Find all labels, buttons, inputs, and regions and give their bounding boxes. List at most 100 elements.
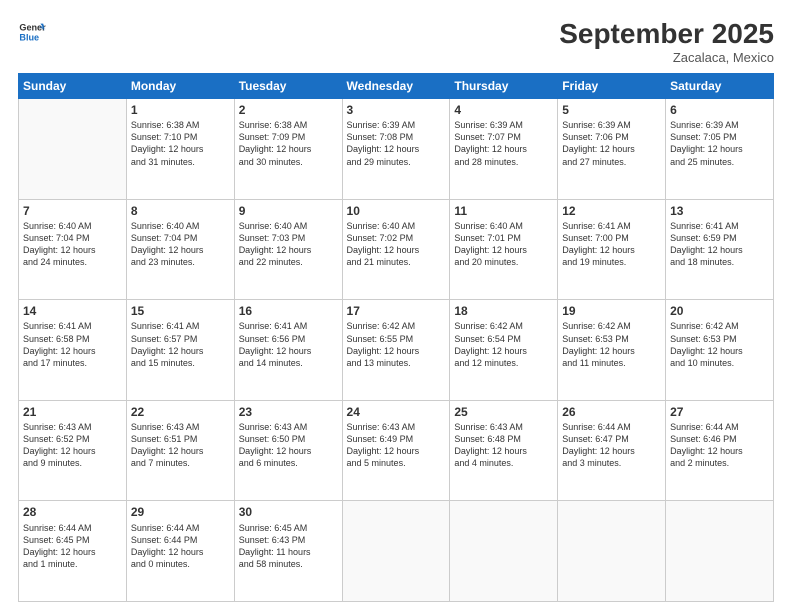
calendar-cell: 28Sunrise: 6:44 AM Sunset: 6:45 PM Dayli… [19, 501, 127, 602]
calendar-cell: 29 Sunrise: 6:44 AM Sunset: 6:44 PM Dayli… [126, 501, 234, 602]
cell-info: Sunrise: 6:44 AM Sunset: 6:47 PM Dayligh… [562, 421, 661, 470]
day-number: 24 [347, 404, 446, 420]
calendar-cell: 27Sunrise: 6:44 AM Sunset: 6:46 PM Dayli… [666, 400, 774, 501]
day-number: 14 [23, 303, 122, 319]
calendar-cell: 15Sunrise: 6:41 AM Sunset: 6:57 PM Dayli… [126, 300, 234, 401]
cell-info: Sunrise: 6:43 AM Sunset: 6:51 PM Dayligh… [131, 421, 230, 470]
day-number: 12 [562, 203, 661, 219]
cell-info: Sunrise: 6:41 AM Sunset: 6:59 PM Dayligh… [670, 220, 769, 269]
day-number: 9 [239, 203, 338, 219]
day-number: 3 [347, 102, 446, 118]
title-block: September 2025 Zacalaca, Mexico [559, 18, 774, 65]
cell-info: Sunrise: 6:43 AM Sunset: 6:52 PM Dayligh… [23, 421, 122, 470]
calendar-table: SundayMondayTuesdayWednesdayThursdayFrid… [18, 73, 774, 602]
calendar-week-row: 28Sunrise: 6:44 AM Sunset: 6:45 PM Dayli… [19, 501, 774, 602]
cell-info: Sunrise: 6:39 AM Sunset: 7:06 PM Dayligh… [562, 119, 661, 168]
calendar-cell [450, 501, 558, 602]
weekday-header-cell: Thursday [450, 74, 558, 99]
day-number: 19 [562, 303, 661, 319]
day-number: 17 [347, 303, 446, 319]
cell-info: Sunrise: 6:38 AM Sunset: 7:10 PM Dayligh… [131, 119, 230, 168]
calendar-cell [19, 99, 127, 200]
weekday-header-row: SundayMondayTuesdayWednesdayThursdayFrid… [19, 74, 774, 99]
month-title: September 2025 [559, 18, 774, 50]
day-number: 10 [347, 203, 446, 219]
cell-info: Sunrise: 6:38 AM Sunset: 7:09 PM Dayligh… [239, 119, 338, 168]
cell-info: Sunrise: 6:40 AM Sunset: 7:01 PM Dayligh… [454, 220, 553, 269]
calendar-cell: 6Sunrise: 6:39 AM Sunset: 7:05 PM Daylig… [666, 99, 774, 200]
calendar-cell: 24Sunrise: 6:43 AM Sunset: 6:49 PM Dayli… [342, 400, 450, 501]
cell-info: Sunrise: 6:41 AM Sunset: 6:57 PM Dayligh… [131, 320, 230, 369]
day-number: 15 [131, 303, 230, 319]
cell-info: Sunrise: 6:41 AM Sunset: 6:56 PM Dayligh… [239, 320, 338, 369]
cell-info: Sunrise: 6:40 AM Sunset: 7:02 PM Dayligh… [347, 220, 446, 269]
calendar-cell: 9Sunrise: 6:40 AM Sunset: 7:03 PM Daylig… [234, 199, 342, 300]
calendar-cell: 13Sunrise: 6:41 AM Sunset: 6:59 PM Dayli… [666, 199, 774, 300]
cell-info: Sunrise: 6:42 AM Sunset: 6:53 PM Dayligh… [670, 320, 769, 369]
cell-info: Sunrise: 6:44 AM Sunset: 6:46 PM Dayligh… [670, 421, 769, 470]
weekday-header-cell: Friday [558, 74, 666, 99]
weekday-header-cell: Wednesday [342, 74, 450, 99]
cell-info: Sunrise: 6:40 AM Sunset: 7:04 PM Dayligh… [131, 220, 230, 269]
day-number: 8 [131, 203, 230, 219]
calendar-week-row: 1Sunrise: 6:38 AM Sunset: 7:10 PM Daylig… [19, 99, 774, 200]
weekday-header-cell: Saturday [666, 74, 774, 99]
weekday-header-cell: Tuesday [234, 74, 342, 99]
day-number: 26 [562, 404, 661, 420]
header: General Blue September 2025 Zacalaca, Me… [18, 18, 774, 65]
day-number: 29 [131, 504, 230, 520]
calendar-cell: 2Sunrise: 6:38 AM Sunset: 7:09 PM Daylig… [234, 99, 342, 200]
calendar-week-row: 21Sunrise: 6:43 AM Sunset: 6:52 PM Dayli… [19, 400, 774, 501]
calendar-cell: 18Sunrise: 6:42 AM Sunset: 6:54 PM Dayli… [450, 300, 558, 401]
day-number: 23 [239, 404, 338, 420]
day-number: 2 [239, 102, 338, 118]
day-number: 21 [23, 404, 122, 420]
cell-info: Sunrise: 6:44 AM Sunset: 6:44 PM Dayligh… [131, 522, 230, 571]
day-number: 18 [454, 303, 553, 319]
cell-info: Sunrise: 6:39 AM Sunset: 7:07 PM Dayligh… [454, 119, 553, 168]
day-number: 13 [670, 203, 769, 219]
calendar-cell: 22Sunrise: 6:43 AM Sunset: 6:51 PM Dayli… [126, 400, 234, 501]
day-number: 27 [670, 404, 769, 420]
cell-info: Sunrise: 6:43 AM Sunset: 6:49 PM Dayligh… [347, 421, 446, 470]
calendar-cell: 12Sunrise: 6:41 AM Sunset: 7:00 PM Dayli… [558, 199, 666, 300]
cell-info: Sunrise: 6:41 AM Sunset: 7:00 PM Dayligh… [562, 220, 661, 269]
cell-info: Sunrise: 6:42 AM Sunset: 6:54 PM Dayligh… [454, 320, 553, 369]
calendar-cell: 4Sunrise: 6:39 AM Sunset: 7:07 PM Daylig… [450, 99, 558, 200]
cell-info: Sunrise: 6:43 AM Sunset: 6:50 PM Dayligh… [239, 421, 338, 470]
calendar-cell [666, 501, 774, 602]
day-number: 4 [454, 102, 553, 118]
svg-text:Blue: Blue [19, 32, 39, 42]
calendar-cell: 8Sunrise: 6:40 AM Sunset: 7:04 PM Daylig… [126, 199, 234, 300]
cell-info: Sunrise: 6:39 AM Sunset: 7:08 PM Dayligh… [347, 119, 446, 168]
day-number: 11 [454, 203, 553, 219]
calendar-cell: 20Sunrise: 6:42 AM Sunset: 6:53 PM Dayli… [666, 300, 774, 401]
calendar-cell [342, 501, 450, 602]
calendar-cell: 25Sunrise: 6:43 AM Sunset: 6:48 PM Dayli… [450, 400, 558, 501]
calendar-cell: 3Sunrise: 6:39 AM Sunset: 7:08 PM Daylig… [342, 99, 450, 200]
calendar-cell: 11Sunrise: 6:40 AM Sunset: 7:01 PM Dayli… [450, 199, 558, 300]
day-number: 20 [670, 303, 769, 319]
calendar-cell: 10Sunrise: 6:40 AM Sunset: 7:02 PM Dayli… [342, 199, 450, 300]
cell-info: Sunrise: 6:42 AM Sunset: 6:53 PM Dayligh… [562, 320, 661, 369]
cell-info: Sunrise: 6:40 AM Sunset: 7:04 PM Dayligh… [23, 220, 122, 269]
logo-icon: General Blue [18, 18, 46, 46]
day-number: 25 [454, 404, 553, 420]
cell-info: Sunrise: 6:40 AM Sunset: 7:03 PM Dayligh… [239, 220, 338, 269]
day-number: 5 [562, 102, 661, 118]
calendar-cell: 23Sunrise: 6:43 AM Sunset: 6:50 PM Dayli… [234, 400, 342, 501]
day-number: 7 [23, 203, 122, 219]
calendar-week-row: 7Sunrise: 6:40 AM Sunset: 7:04 PM Daylig… [19, 199, 774, 300]
logo: General Blue [18, 18, 46, 46]
weekday-header-cell: Sunday [19, 74, 127, 99]
calendar-cell: 7Sunrise: 6:40 AM Sunset: 7:04 PM Daylig… [19, 199, 127, 300]
calendar-cell [558, 501, 666, 602]
cell-info: Sunrise: 6:41 AM Sunset: 6:58 PM Dayligh… [23, 320, 122, 369]
day-number: 28 [23, 504, 122, 520]
day-number: 30 [239, 504, 338, 520]
calendar-cell: 5Sunrise: 6:39 AM Sunset: 7:06 PM Daylig… [558, 99, 666, 200]
cell-info: Sunrise: 6:42 AM Sunset: 6:55 PM Dayligh… [347, 320, 446, 369]
calendar-cell: 19Sunrise: 6:42 AM Sunset: 6:53 PM Dayli… [558, 300, 666, 401]
cell-info: Sunrise: 6:43 AM Sunset: 6:48 PM Dayligh… [454, 421, 553, 470]
calendar-cell: 16Sunrise: 6:41 AM Sunset: 6:56 PM Dayli… [234, 300, 342, 401]
